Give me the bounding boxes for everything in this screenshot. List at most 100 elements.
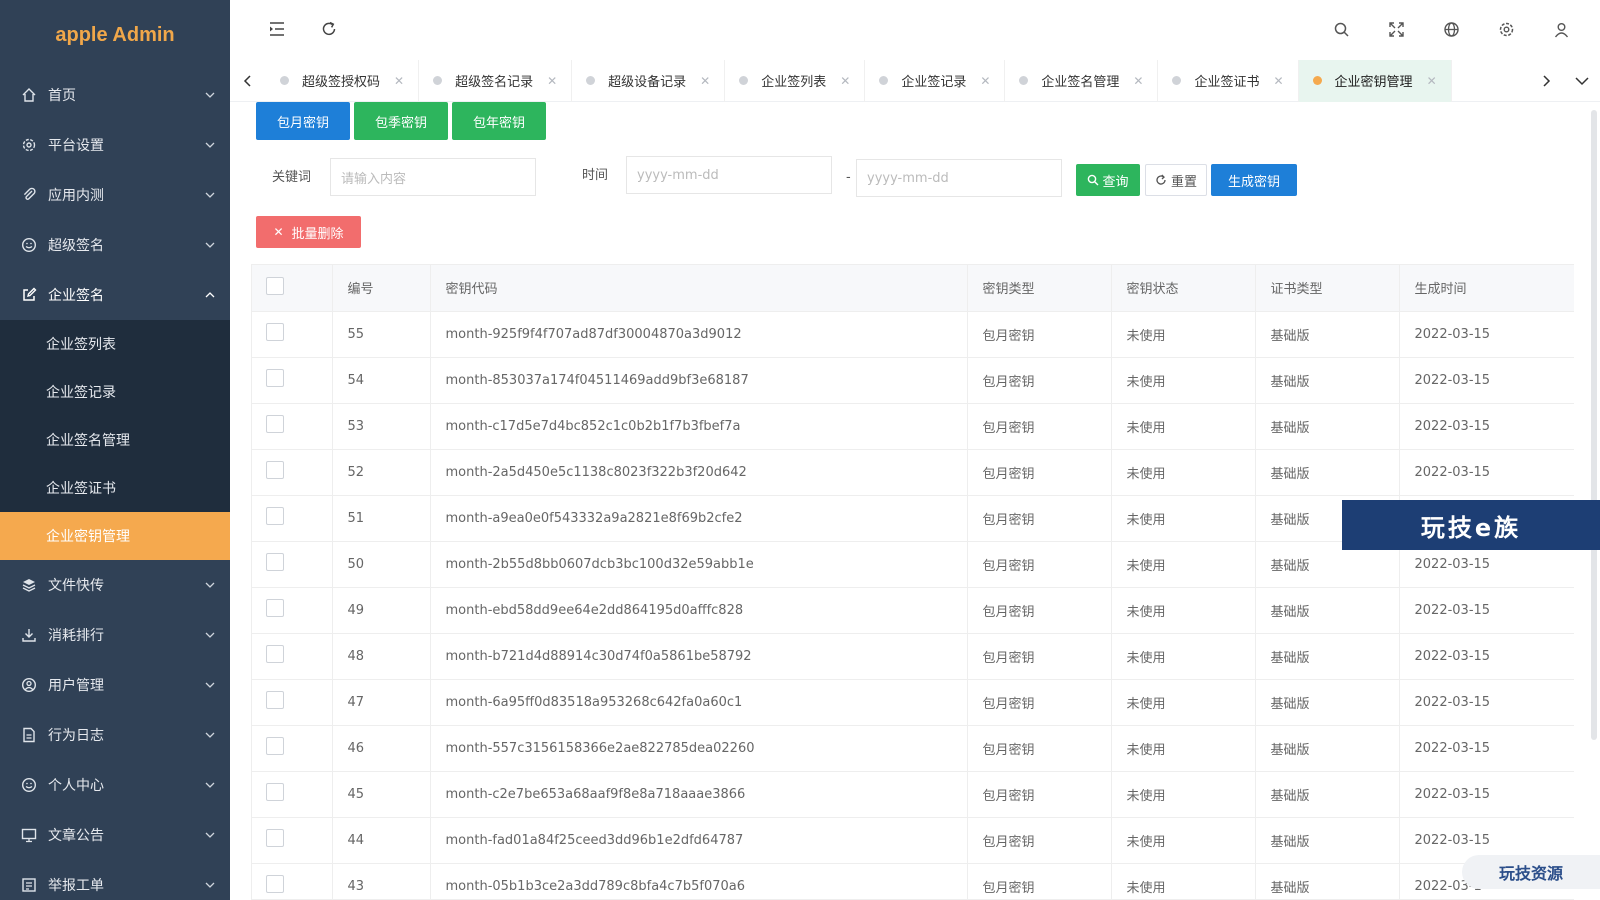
table-row[interactable]: 44 month-fad01a84f25ceed3dd96b1e2dfd64787… — [252, 817, 1574, 864]
close-icon[interactable]: ✕ — [1133, 74, 1143, 88]
cell-key-status: 未使用 — [1111, 587, 1256, 634]
keyword-input[interactable]: 请输入内容 — [330, 158, 536, 196]
quarterly-key-button[interactable]: 包季密钥 — [354, 102, 448, 140]
close-icon[interactable]: ✕ — [547, 74, 557, 88]
sidebar-subitem-enterprise-key-management[interactable]: 企业密钥管理 — [0, 512, 230, 560]
sidebar-subitem-enterprise-list[interactable]: 企业签列表 — [0, 320, 230, 368]
sidebar-item-personal-center[interactable]: 个人中心 — [0, 760, 230, 810]
app-logo: apple Admin — [55, 23, 175, 46]
column-header-key-type[interactable]: 密钥类型 — [967, 265, 1112, 312]
table-row[interactable]: 53 month-c17d5e7d4bc852c1c0b2b1f7b3fbef7a… — [252, 403, 1574, 450]
tab-super-sign-records[interactable]: 超级签名记录 ✕ — [419, 59, 573, 102]
fullscreen-icon[interactable] — [1381, 14, 1411, 44]
row-checkbox[interactable] — [266, 829, 284, 847]
gear-icon[interactable] — [1491, 14, 1521, 44]
column-header-created-time[interactable]: 生成时间 — [1399, 265, 1574, 312]
cell-cert-type: 基础版 — [1255, 357, 1400, 404]
cell-cert-type: 基础版 — [1255, 449, 1400, 496]
cell-id: 50 — [332, 541, 431, 588]
sidebar-item-home[interactable]: 首页 — [0, 70, 230, 120]
column-header-key-code[interactable]: 密钥代码 — [430, 265, 968, 312]
table-row[interactable]: 52 month-2a5d450e5c1138c8023f322b3f20d642… — [252, 449, 1574, 496]
table-row[interactable]: 46 month-557c3156158366e2ae822785dea02260… — [252, 725, 1574, 772]
row-checkbox[interactable] — [266, 783, 284, 801]
cell-key-status: 未使用 — [1111, 541, 1256, 588]
table-row[interactable]: 47 month-6a95ff0d83518a953268c642fa0a60c1… — [252, 679, 1574, 726]
batch-delete-button[interactable]: ✕ 批量删除 — [256, 216, 361, 248]
column-header-id[interactable]: 编号 — [332, 265, 431, 312]
cell-created-time: 2022-03-15 — [1399, 311, 1574, 358]
reset-button[interactable]: 重置 — [1145, 164, 1207, 196]
table-row[interactable]: 43 month-05b1b3ce2a3dd789c8bfa4c7b5f070a6… — [252, 863, 1574, 899]
sidebar-item-platform-settings[interactable]: 平台设置 — [0, 120, 230, 170]
tab-enterprise-sign-management[interactable]: 企业签名管理 ✕ — [1005, 59, 1159, 102]
refresh-icon[interactable] — [314, 14, 344, 44]
close-icon[interactable]: ✕ — [700, 74, 710, 88]
row-checkbox[interactable] — [266, 691, 284, 709]
table-row[interactable]: 54 month-853037a174f04511469add9bf3e68187… — [252, 357, 1574, 404]
tabs-dropdown-icon[interactable] — [1564, 60, 1600, 102]
yearly-key-button[interactable]: 包年密钥 — [452, 102, 546, 140]
row-select-cell — [252, 403, 333, 450]
tabs-scroll-right-icon[interactable] — [1528, 60, 1564, 102]
row-checkbox[interactable] — [266, 553, 284, 571]
close-icon[interactable]: ✕ — [980, 74, 990, 88]
user-icon[interactable] — [1546, 14, 1576, 44]
cell-key-status: 未使用 — [1111, 357, 1256, 404]
sidebar-item-super-sign[interactable]: 超级签名 — [0, 220, 230, 270]
sidebar-subitem-enterprise-sign-management[interactable]: 企业签名管理 — [0, 416, 230, 464]
start-date-input[interactable]: yyyy-mm-dd — [626, 156, 832, 194]
enterprise-sign-submenu: 企业签列表 企业签记录 企业签名管理 企业签证书 企业密钥管理 — [0, 320, 230, 560]
cell-cert-type: 基础版 — [1255, 679, 1400, 726]
sidebar-item-behavior-log[interactable]: 行为日志 — [0, 710, 230, 760]
tabs-scroll-left-icon[interactable] — [230, 60, 266, 102]
table-row[interactable]: 49 month-ebd58dd9ee64e2dd864195d0afffc828… — [252, 587, 1574, 634]
column-header-key-status[interactable]: 密钥状态 — [1111, 265, 1256, 312]
sidebar-item-article-announcement[interactable]: 文章公告 — [0, 810, 230, 860]
sidebar-item-report-ticket[interactable]: 举报工单 — [0, 860, 230, 900]
row-checkbox[interactable] — [266, 875, 284, 893]
close-icon[interactable]: ✕ — [1273, 74, 1283, 88]
close-icon[interactable]: ✕ — [394, 74, 404, 88]
query-button[interactable]: 查询 — [1076, 164, 1140, 196]
row-select-cell — [252, 357, 333, 404]
row-checkbox[interactable] — [266, 645, 284, 663]
close-icon[interactable]: ✕ — [840, 74, 850, 88]
tab-enterprise-certificate[interactable]: 企业签证书 ✕ — [1158, 59, 1299, 102]
row-checkbox[interactable] — [266, 415, 284, 433]
monthly-key-button[interactable]: 包月密钥 — [256, 102, 350, 140]
cell-key-code: month-2b55d8bb0607dcb3bc100d32e59abb1e — [430, 541, 968, 588]
cell-key-type: 包月密钥 — [967, 495, 1112, 542]
row-checkbox[interactable] — [266, 323, 284, 341]
table-row[interactable]: 48 month-b721d4d88914c30d74f0a5861be58792… — [252, 633, 1574, 680]
sidebar-subitem-enterprise-certificate[interactable]: 企业签证书 — [0, 464, 230, 512]
close-icon[interactable]: ✕ — [1427, 74, 1437, 88]
row-checkbox[interactable] — [266, 599, 284, 617]
tab-enterprise-list[interactable]: 企业签列表 ✕ — [725, 59, 866, 102]
end-date-input[interactable]: yyyy-mm-dd — [856, 159, 1062, 197]
row-checkbox[interactable] — [266, 461, 284, 479]
globe-icon[interactable] — [1436, 14, 1466, 44]
tab-super-auth-code[interactable]: 超级签授权码 ✕ — [266, 59, 420, 102]
row-checkbox[interactable] — [266, 369, 284, 387]
generate-key-button[interactable]: 生成密钥 — [1211, 164, 1297, 196]
tab-enterprise-records[interactable]: 企业签记录 ✕ — [865, 59, 1006, 102]
tab-super-device-records[interactable]: 超级设备记录 ✕ — [572, 59, 726, 102]
row-checkbox[interactable] — [266, 737, 284, 755]
select-all-checkbox[interactable] — [266, 276, 284, 295]
sidebar-item-file-transfer[interactable]: 文件快传 — [0, 560, 230, 610]
row-checkbox[interactable] — [266, 507, 284, 525]
tab-enterprise-key-management[interactable]: 企业密钥管理 ✕ — [1298, 59, 1452, 102]
sidebar-item-label: 应用内测 — [48, 188, 104, 204]
table-row[interactable]: 55 month-925f9f4f707ad87df30004870a3d9012… — [252, 311, 1574, 358]
table-row[interactable]: 45 month-c2e7be653a68aaf9f8e8a718aaae3866… — [252, 771, 1574, 818]
column-header-cert-type[interactable]: 证书类型 — [1255, 265, 1400, 312]
sidebar-item-app-beta[interactable]: 应用内测 — [0, 170, 230, 220]
menu-fold-icon[interactable] — [262, 14, 292, 44]
sidebar-item-consumption-ranking[interactable]: 消耗排行 — [0, 610, 230, 660]
sidebar-subitem-enterprise-records[interactable]: 企业签记录 — [0, 368, 230, 416]
vertical-scrollbar[interactable] — [1591, 110, 1597, 740]
sidebar-item-enterprise-sign[interactable]: 企业签名 — [0, 270, 230, 320]
sidebar-item-user-management[interactable]: 用户管理 — [0, 660, 230, 710]
search-icon[interactable] — [1326, 14, 1356, 44]
